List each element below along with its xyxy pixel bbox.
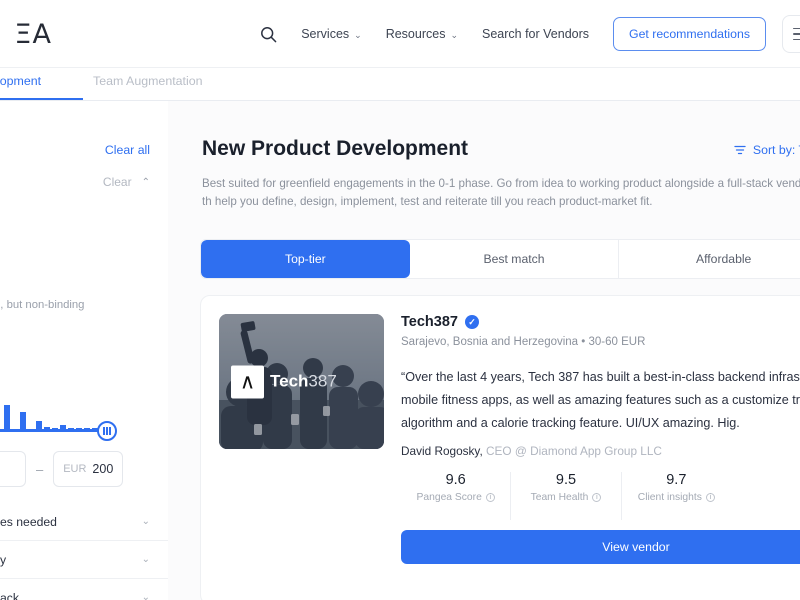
histogram-bar (4, 405, 10, 431)
filter-clear-row[interactable]: Clear ⌃ (103, 175, 150, 189)
price-max-value: 200 (92, 462, 114, 476)
vendor-review-author-name: David Rogosky, (401, 444, 483, 458)
main-content-panel: New Product Development Sort by: T Best … (168, 101, 800, 600)
info-icon[interactable]: i (592, 493, 602, 502)
filter-label: ack (0, 590, 19, 600)
price-range-separator: – (36, 461, 44, 477)
nav-item-resources[interactable]: Resources ⌄ (386, 27, 458, 41)
vendor-card[interactable]: ∧ Tech387 Tech387 ✓ Sarajevo, Bosnia and… (200, 295, 800, 600)
score-team-health[interactable]: 9.5 Team Health i (511, 472, 622, 520)
tab-product-development[interactable]: ct Development (0, 68, 83, 100)
vendor-meta: Sarajevo, Bosnia and Herzegovina • 30-60… (401, 336, 646, 348)
result-sort-segmented-control: Top-tier Best match Affordable (200, 239, 800, 279)
search-icon[interactable] (253, 19, 283, 49)
vendor-score-group: 9.6 Pangea Score i 9.5 Team Health i 9.7… (401, 472, 731, 520)
nav-item-search-for-vendors[interactable]: Search for Vendors (482, 27, 589, 41)
score-label-text: Pangea Score (416, 492, 482, 503)
filter-accordion-list: es needed ⌄ y ⌄ ack ⌄ n ⌄ (0, 503, 168, 600)
score-value: 9.5 (555, 472, 577, 488)
brand-logo[interactable]: ΞA (0, 16, 52, 52)
price-max-input[interactable]: EUR 200 (53, 451, 124, 487)
price-slider-handle[interactable] (97, 421, 117, 441)
segment-top-tier[interactable]: Top-tier (201, 240, 410, 278)
info-icon[interactable]: i (485, 493, 495, 502)
price-histogram (0, 363, 108, 431)
filter-sort-icon (734, 145, 746, 155)
filter-accordion-item[interactable]: y ⌄ (0, 541, 168, 579)
segment-affordable[interactable]: Affordable (619, 240, 800, 278)
view-vendor-button[interactable]: View vendor (401, 530, 800, 564)
category-tab-strip: ct Development Team Augmentation (0, 68, 800, 101)
chevron-down-icon: ⌄ (141, 554, 150, 565)
vendor-review-author-role: CEO @ Diamond App Group LLC (486, 444, 662, 458)
hamburger-menu-icon[interactable] (782, 15, 800, 53)
chevron-down-icon: ⌄ (141, 592, 150, 600)
chevron-down-icon: ⌄ (450, 29, 458, 40)
verified-badge-icon: ✓ (464, 315, 479, 329)
filter-accordion-item[interactable]: es needed ⌄ (0, 503, 168, 541)
price-max-currency: EUR (63, 463, 87, 475)
price-min-input[interactable] (0, 451, 26, 487)
chevron-down-icon: ⌄ (354, 29, 362, 40)
vendor-review-quote: “Over the last 4 years, Tech 387 has bui… (401, 370, 800, 430)
nav-item-search-for-vendors-label: Search for Vendors (482, 27, 590, 41)
page-description: Best suited for greenfield engagements i… (202, 177, 800, 208)
clear-filter-label: Clear (102, 175, 132, 189)
tab-team-augmentation[interactable]: Team Augmentation (93, 68, 203, 100)
chevron-up-icon: ⌃ (141, 176, 150, 188)
price-slider-track[interactable] (0, 429, 104, 432)
score-pangea[interactable]: 9.6 Pangea Score i (401, 472, 512, 520)
score-label: Client insights i (638, 492, 715, 503)
vendor-logo: ∧ Tech387 (231, 365, 337, 398)
nav-item-services-label: Services (301, 27, 350, 41)
clear-all-link[interactable]: Clear all (105, 143, 150, 157)
vendor-logo-text-light: 387 (308, 371, 337, 391)
score-label-text: Team Health (530, 492, 589, 503)
filter-label: es needed (0, 514, 57, 529)
vendor-cover-image: ∧ Tech387 (219, 314, 384, 449)
top-navigation-bar: ΞA Services ⌄ Resources ⌄ Search for Ven… (0, 0, 800, 68)
vendor-name-row: Tech387 ✓ (401, 314, 479, 330)
filter-label: y (0, 552, 7, 567)
nav-item-services[interactable]: Services ⌄ (301, 27, 361, 41)
filter-accordion-item[interactable]: ack ⌄ (0, 579, 168, 600)
info-icon[interactable]: i (705, 493, 715, 502)
sort-by-control[interactable]: Sort by: T (734, 143, 800, 157)
score-label: Team Health i (531, 492, 602, 503)
filter-note-text: dicative, but non-binding (0, 299, 85, 311)
vendor-review-author: David Rogosky, CEO @ Diamond App Group L… (401, 444, 662, 458)
get-recommendations-button[interactable]: Get recommendations (613, 17, 766, 51)
sort-by-label: Sort by: T (752, 143, 800, 157)
score-label-text: Client insights (637, 492, 702, 503)
score-client-insights[interactable]: 9.7 Client insights i (622, 472, 731, 520)
score-value: 9.6 (445, 472, 466, 488)
filters-sidebar: Clear all Clear ⌃ dicative, but non-bind… (0, 101, 168, 600)
vendor-logo-text-bold: Tech (270, 371, 309, 391)
page-title: New Product Development (202, 137, 469, 160)
segment-best-match[interactable]: Best match (410, 240, 620, 278)
score-value: 9.7 (666, 472, 687, 488)
score-label: Pangea Score i (417, 492, 495, 503)
vendor-logo-text: Tech387 (270, 372, 337, 392)
chevron-down-icon: ⌄ (141, 516, 150, 527)
nav-item-resources-label: Resources (385, 27, 446, 41)
vendor-name: Tech387 (401, 314, 458, 330)
top-nav-right-group: Services ⌄ Resources ⌄ Search for Vendor… (253, 0, 800, 68)
price-range-inputs: – EUR 200 (0, 451, 124, 487)
vendor-logo-mark-icon: ∧ (231, 365, 264, 398)
